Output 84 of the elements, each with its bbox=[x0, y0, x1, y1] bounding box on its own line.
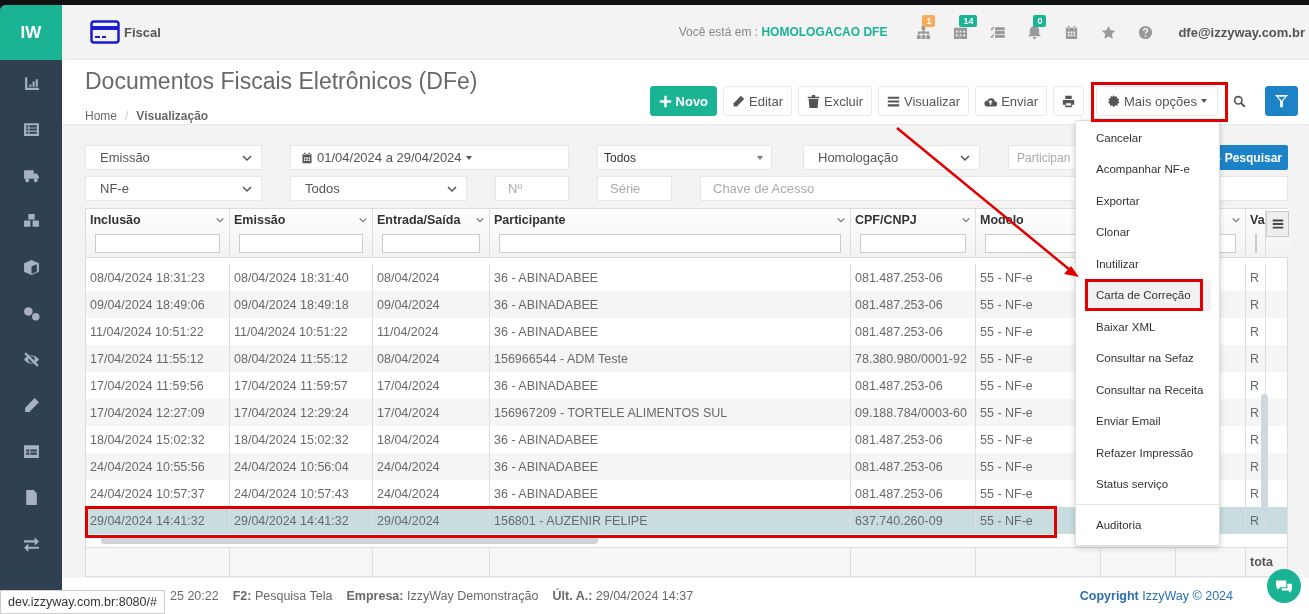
table-cell: 29/04/2024 14:41:32 bbox=[90, 513, 205, 528]
table-cell: 081.487.253-06 bbox=[855, 486, 943, 501]
table-cell: 24/04/2024 bbox=[377, 459, 440, 474]
table-cell: R bbox=[1250, 459, 1260, 474]
table-cell: 08/04/2024 18:31:40 bbox=[234, 270, 349, 285]
table-cell: 08/04/2024 18:31:23 bbox=[90, 270, 205, 285]
table-cell: 11/04/2024 10:51:22 bbox=[234, 324, 348, 339]
table-cell: 081.487.253-06 bbox=[855, 432, 943, 447]
table-cell: 78.380.980/0001-92 bbox=[855, 351, 967, 366]
count-badge: 1 bbox=[922, 14, 936, 27]
table-cell: 08/04/2024 bbox=[377, 351, 440, 366]
table-cell: 36 - ABINADABEE bbox=[494, 270, 599, 285]
breadcrumb-separator: / bbox=[125, 109, 129, 123]
table-cell: 081.487.253-06 bbox=[855, 270, 943, 285]
environment-label: Você está em : HOMOLOGACAO DFE bbox=[678, 25, 888, 39]
table-cell: 24/04/2024 10:55:56 bbox=[90, 459, 205, 474]
table-cell: 081.487.253-06 bbox=[855, 459, 943, 474]
table-cell: 36 - ABINADABEE bbox=[494, 486, 599, 501]
table-cell: 18/04/2024 15:02:32 bbox=[90, 432, 205, 447]
table-cell: R bbox=[1250, 297, 1260, 312]
link-preview: dev.izzyway.com.br:8080/# bbox=[0, 590, 165, 614]
table-cell: R bbox=[1250, 378, 1260, 393]
table-cell: 55 - NF-e bbox=[980, 486, 1033, 501]
count-badge: 0 bbox=[1033, 14, 1047, 27]
table-cell: 18/04/2024 bbox=[377, 432, 440, 447]
table-cell: 55 - NF-e bbox=[980, 351, 1033, 366]
table-cell: 24/04/2024 10:56:04 bbox=[234, 459, 349, 474]
page-title: Documentos Fiscais Eletrônicos (DFe) bbox=[85, 68, 478, 95]
table-cell: 11/04/2024 10:51:22 bbox=[90, 324, 204, 339]
table-cell: 36 - ABINADABEE bbox=[494, 459, 599, 474]
table-cell: R bbox=[1250, 405, 1260, 420]
table-cell: 081.487.253-06 bbox=[855, 324, 943, 339]
status-text: Empresa: IzzyWay Demonstração bbox=[346, 589, 539, 603]
table-cell: 36 - ABINADABEE bbox=[494, 432, 599, 447]
table-cell: R bbox=[1250, 432, 1260, 447]
table-cell: R bbox=[1250, 324, 1260, 339]
table-cell: 55 - NF-e bbox=[980, 270, 1033, 285]
table-cell: 17/04/2024 12:29:24 bbox=[234, 405, 349, 420]
table-cell: 17/04/2024 11:55:12 bbox=[90, 351, 204, 366]
table-cell: 17/04/2024 11:59:56 bbox=[90, 378, 204, 393]
table-cell: 36 - ABINADABEE bbox=[494, 297, 599, 312]
table-cell: 24/04/2024 10:57:43 bbox=[234, 486, 349, 501]
table-cell: R bbox=[1250, 270, 1260, 285]
table-cell: 29/04/2024 14:41:32 bbox=[234, 513, 349, 528]
status-text: 25 20:22 bbox=[170, 589, 219, 603]
table-cell: 156966544 - ADM Teste bbox=[494, 351, 628, 366]
table-cell: 55 - NF-e bbox=[980, 405, 1033, 420]
table-cell: 24/04/2024 10:57:37 bbox=[90, 486, 205, 501]
table-cell: 17/04/2024 11:59:57 bbox=[234, 378, 348, 393]
status-text: Últ. A.: 29/04/2024 14:37 bbox=[552, 589, 694, 603]
table-cell: tota bbox=[1250, 555, 1273, 569]
table-cell: 09.188.784/0003-60 bbox=[855, 405, 967, 420]
table-cell: 17/04/2024 bbox=[377, 405, 440, 420]
table-cell: 081.487.253-06 bbox=[855, 378, 943, 393]
table-cell: 11/04/2024 bbox=[377, 324, 439, 339]
table-cell: 55 - NF-e bbox=[980, 432, 1033, 447]
count-badge: 14 bbox=[959, 14, 978, 27]
table-cell: 55 - NF-e bbox=[980, 378, 1033, 393]
table-cell: R bbox=[1250, 486, 1260, 501]
table-cell: 156967209 - TORTELE ALIMENTOS SUL bbox=[494, 405, 728, 420]
table-cell: 09/04/2024 bbox=[377, 297, 440, 312]
table-cell: 55 - NF-e bbox=[980, 324, 1033, 339]
table-cell: 36 - ABINADABEE bbox=[494, 378, 599, 393]
table-cell: 36 - ABINADABEE bbox=[494, 324, 599, 339]
table-cell: 18/04/2024 15:02:32 bbox=[234, 432, 349, 447]
table-cell: 55 - NF-e bbox=[980, 513, 1033, 528]
table-cell: 24/04/2024 bbox=[377, 486, 440, 501]
table-cell: 29/04/2024 bbox=[377, 513, 440, 528]
table-cell: 09/04/2024 18:49:06 bbox=[90, 297, 205, 312]
table-cell: 156801 - AUZENIR FELIPE bbox=[494, 513, 648, 528]
table-cell: 08/04/2024 11:55:12 bbox=[234, 351, 348, 366]
table-cell: 17/04/2024 12:27:09 bbox=[90, 405, 205, 420]
table-cell: 637.740.260-09 bbox=[855, 513, 943, 528]
table-cell: 17/04/2024 bbox=[377, 378, 440, 393]
copyright-text: Copyright IzzyWay © 2024 bbox=[1079, 589, 1233, 603]
table-cell: R bbox=[1250, 351, 1260, 366]
table-cell: 08/04/2024 bbox=[377, 270, 440, 285]
module-title: Fiscal bbox=[124, 24, 161, 40]
table-cell: 55 - NF-e bbox=[980, 459, 1033, 474]
table-cell: 09/04/2024 18:49:18 bbox=[234, 297, 349, 312]
table-cell: R bbox=[1250, 513, 1260, 528]
table-cell: 081.487.253-06 bbox=[855, 297, 943, 312]
table-cell: 55 - NF-e bbox=[980, 297, 1033, 312]
status-text: F2: Pesquisa Tela bbox=[232, 589, 333, 603]
